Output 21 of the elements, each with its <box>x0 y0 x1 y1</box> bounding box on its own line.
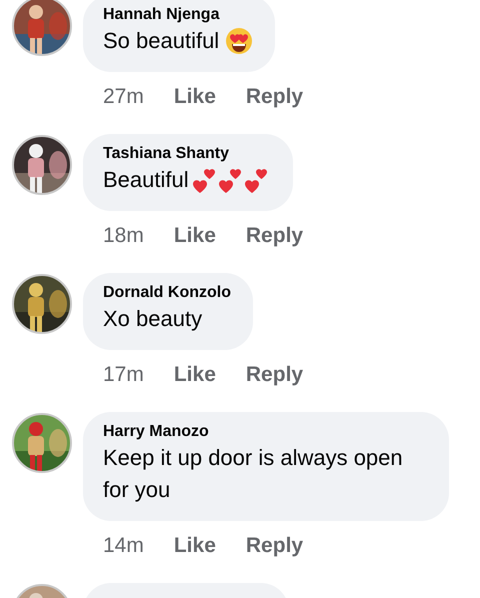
comment-time: 18m <box>103 223 144 249</box>
reply-link[interactable]: Reply <box>246 533 304 559</box>
reply-link[interactable]: Reply <box>246 362 304 388</box>
author-name: Tashiana Shanty <box>103 144 230 164</box>
author-name: Harry Manozo <box>103 422 210 442</box>
comment-text: So beautiful <box>103 27 220 55</box>
author-name: Hannah Njenga <box>103 5 221 25</box>
like-link[interactable]: Like <box>174 84 216 110</box>
like-link[interactable]: Like <box>174 533 216 559</box>
comment-time: 14m <box>103 533 144 559</box>
reply-link[interactable]: Reply <box>246 84 304 110</box>
heart-eyes-emoji-icon <box>225 27 254 55</box>
author-name: Dornald Konzolo <box>103 283 231 303</box>
comment-text: Beautiful <box>103 166 189 194</box>
like-link[interactable]: Like <box>174 362 216 388</box>
comment-text: Xo beauty <box>103 305 202 333</box>
comment-time: 17m <box>103 362 144 388</box>
like-link[interactable]: Like <box>174 223 216 249</box>
comment-time: 27m <box>103 84 144 110</box>
reply-link[interactable]: Reply <box>246 223 304 249</box>
comment-text: Keep it up door is always open for you <box>103 444 404 504</box>
